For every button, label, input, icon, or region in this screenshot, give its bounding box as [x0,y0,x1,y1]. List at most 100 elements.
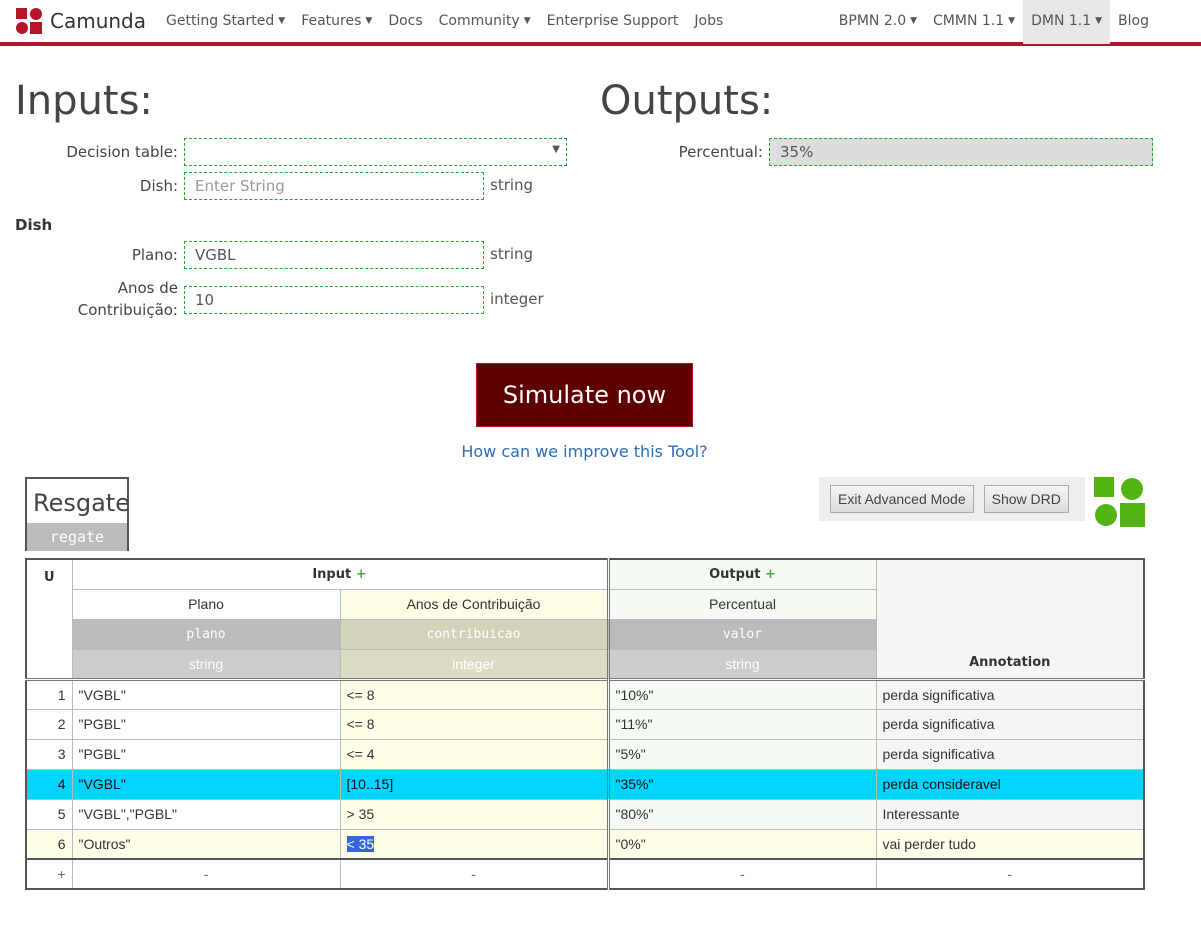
row-number: 4 [25,768,73,800]
dish-input[interactable]: Enter String [184,172,484,200]
rule-cell[interactable]: "VGBL","PGBL" [71,798,341,830]
table-row[interactable]: 3 "PGBL" <= 4 "5%" perda significativa [25,738,1145,770]
rule-cell[interactable]: perda significativa [875,738,1145,770]
rule-cell[interactable]: <= 8 [339,708,609,740]
input-label-plano[interactable]: Plano [71,588,341,620]
input-type-plano[interactable]: string [71,648,341,680]
rule-cell[interactable]: < 35 [339,828,609,860]
rule-cell[interactable]: Interessante [875,798,1145,830]
table-row[interactable]: 4 "VGBL" [10..15] "35%" perda consideravel [25,768,1145,800]
rule-cell[interactable]: "80%" [606,798,877,830]
row-number: 6 [25,828,73,860]
rule-cell[interactable]: "PGBL" [71,708,341,740]
plano-type: string [490,245,534,263]
rule-cell[interactable]: "0%" [606,828,877,860]
rule-cell[interactable]: vai perder tudo [875,828,1145,860]
top-nav: Camunda Getting Started ▼ Features ▼ Docs Com… [0,0,1201,46]
brand[interactable]: Camunda [16,8,146,34]
output-var[interactable]: valor [606,618,877,650]
empty-cell: - [875,858,1145,890]
input-label-anos[interactable]: Anos de Contribuição [339,588,609,620]
dish-section: Dish [15,216,53,234]
dropdown-arrow-icon: ▼ [552,144,560,155]
rule-cell[interactable]: perda significativa [875,677,1145,710]
empty-cell: - [339,858,609,890]
percentual-label: Percentual: [678,143,763,161]
rule-cell[interactable]: "35%" [606,768,877,800]
plano-label: Plano: [131,246,178,264]
camunda-logo-icon [16,8,42,34]
caret-down-icon: ▼ [523,16,531,26]
input-header: Input + [71,558,609,590]
table-row[interactable]: 2 "PGBL" <= 8 "11%" perda significativa [25,708,1145,740]
empty-cell: - [606,858,877,890]
decision-table-select[interactable]: ▼ [184,138,567,166]
dish-type: string [490,176,534,194]
table-name[interactable]: Resgate [27,479,130,523]
input-var-anos[interactable]: contribuicao [339,618,609,650]
anos-label: Anos de Contribuição: [77,279,178,319]
anos-type: integer [490,290,544,308]
decision-table: U Input + Output + Annotation Plano Anos… [25,558,1145,890]
caret-down-icon: ▼ [278,16,286,26]
nav-item-features[interactable]: Features ▼ [293,0,380,44]
outputs-title: Outputs: [600,78,774,124]
anos-input[interactable]: 10 [184,286,484,314]
nav-item-dmn-1-1[interactable]: DMN 1.1 ▼ [1023,0,1111,44]
output-label-percentual[interactable]: Percentual [606,588,877,620]
add-row-button[interactable]: + [25,858,73,890]
show-drd-button[interactable]: Show DRD [983,485,1069,513]
rule-cell[interactable]: "VGBL" [71,768,341,800]
add-output-icon[interactable]: + [765,567,776,582]
nav-item-enterprise-support[interactable]: Enterprise Support [539,0,687,44]
row-number: 1 [25,677,73,710]
rule-cell[interactable]: "VGBL" [71,677,341,710]
nav-item-getting-started[interactable]: Getting Started ▼ [158,0,293,44]
rule-cell[interactable]: "5%" [606,738,877,770]
table-row[interactable]: 5 "VGBL","PGBL" > 35 "80%" Interessante [25,798,1145,830]
rule-cell[interactable]: > 35 [339,798,609,830]
inputs-title: Inputs: [15,78,153,124]
rule-cell[interactable]: "Outros" [71,828,341,860]
improve-link[interactable]: How can we improve this Tool? [0,442,1169,461]
exit-advanced-mode-button[interactable]: Exit Advanced Mode [830,485,974,513]
empty-cell: - [71,858,341,890]
plano-input[interactable]: VGBL [184,241,484,269]
rule-cell[interactable]: perda consideravel [875,768,1145,800]
table-row[interactable]: 6 "Outros" < 35 "0%" vai perder tudo [25,828,1145,860]
rule-cell[interactable]: perda significativa [875,708,1145,740]
input-type-anos[interactable]: integer [339,648,609,680]
dmn-logo-icon [1094,477,1145,527]
table-id[interactable]: regate [27,523,127,551]
output-type[interactable]: string [606,648,877,680]
rule-cell[interactable]: "11%" [606,708,877,740]
table-row[interactable]: 1 "VGBL" <= 8 "10%" perda significativa [25,677,1145,710]
hit-policy[interactable]: U [25,558,73,680]
simulate-button[interactable]: Simulate now [476,363,693,427]
caret-down-icon: ▼ [1095,16,1103,26]
table-toolbar: Exit Advanced Mode Show DRD [819,477,1085,521]
input-var-plano[interactable]: plano [71,618,341,650]
rule-cell[interactable]: "10%" [606,677,877,710]
nav-item-jobs[interactable]: Jobs [686,0,731,44]
rule-cell[interactable]: <= 4 [339,738,609,770]
row-number: 2 [25,708,73,740]
nav-item-cmmn-1-1[interactable]: CMMN 1.1 ▼ [925,0,1023,44]
percentual-output: 35% [769,138,1153,166]
nav-item-blog[interactable]: Blog [1110,0,1157,44]
decision-table-label: Decision table: [66,143,178,161]
brand-name: Camunda [50,9,147,33]
output-header: Output + [606,558,877,590]
rule-cell[interactable]: "PGBL" [71,738,341,770]
caret-down-icon: ▼ [365,16,373,26]
rule-cell[interactable]: [10..15] [339,768,609,800]
nav-item-docs[interactable]: Docs [380,0,430,44]
rule-cell[interactable]: <= 8 [339,677,609,710]
row-number: 3 [25,738,73,770]
nav-item-community[interactable]: Community ▼ [431,0,539,44]
annotation-header: Annotation [875,558,1145,680]
dish-label: Dish: [139,177,178,195]
add-input-icon[interactable]: + [356,567,367,582]
nav-item-bpmn-2-0[interactable]: BPMN 2.0 ▼ [831,0,925,44]
caret-down-icon: ▼ [1008,16,1016,26]
